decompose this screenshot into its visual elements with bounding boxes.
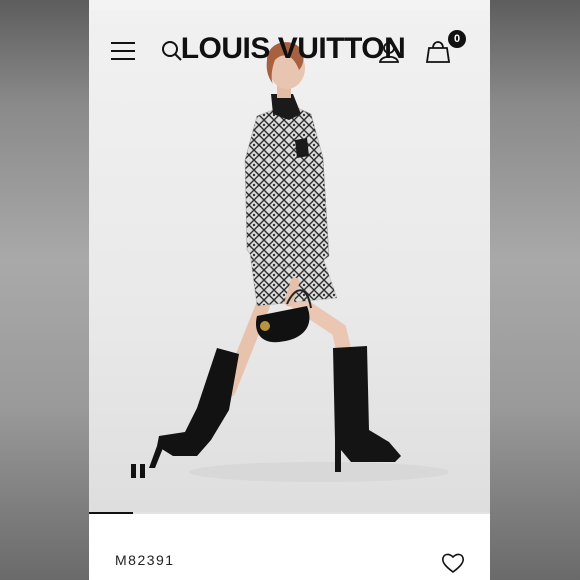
blurred-backdrop-right xyxy=(490,0,580,580)
product-video[interactable] xyxy=(89,10,490,512)
account-icon[interactable] xyxy=(377,40,401,64)
video-progress-fill xyxy=(89,512,134,514)
shopping-bag-icon[interactable] xyxy=(425,38,451,64)
menu-icon[interactable] xyxy=(111,40,137,62)
site-header: LOUIS VUITTON 0 xyxy=(89,28,490,76)
pause-button[interactable] xyxy=(129,462,147,480)
status-strip xyxy=(89,0,490,10)
blurred-backdrop-left xyxy=(0,0,89,580)
product-sku: M82391 xyxy=(115,552,175,568)
heart-outline-icon[interactable] xyxy=(441,552,465,574)
bag-count-badge: 0 xyxy=(448,30,466,48)
video-progress-bar xyxy=(89,512,490,514)
model-walking-image xyxy=(149,42,449,482)
product-page: LOUIS VUITTON 0 M82391 xyxy=(89,0,490,580)
